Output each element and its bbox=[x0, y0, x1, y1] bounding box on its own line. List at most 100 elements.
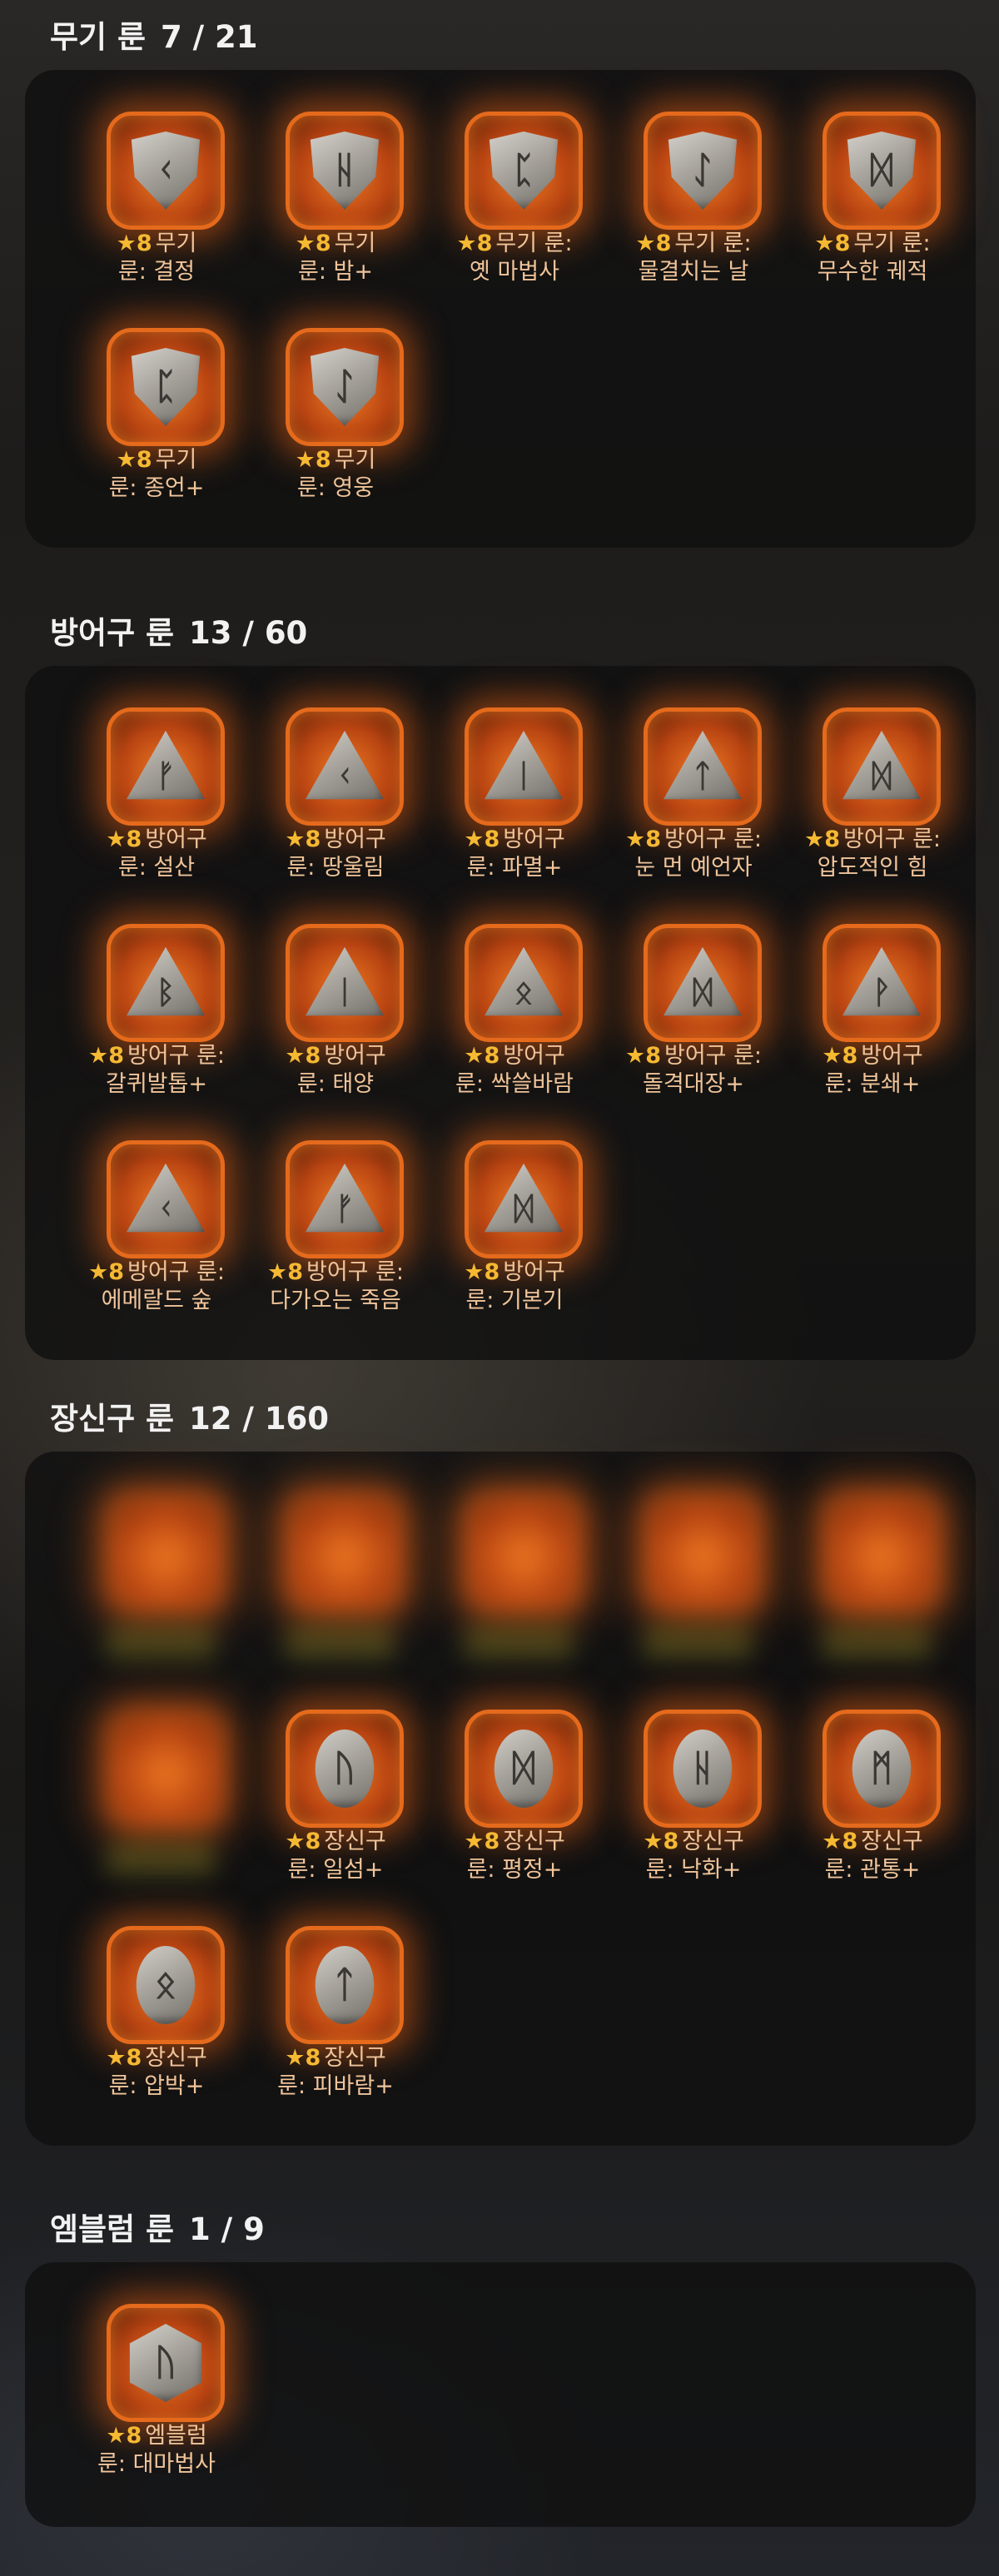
rune-glyph-icon: ᛁ bbox=[514, 757, 534, 794]
star-icon: ★ bbox=[822, 1829, 842, 1854]
rune-icon-frame: ᛞ bbox=[465, 1710, 583, 1828]
rune-caption: ★8 방어구 룬: 설산 bbox=[73, 826, 240, 882]
rune-item[interactable]: ᛗ ★8 장신구 룬: 관통+ bbox=[789, 1710, 956, 1909]
rune-item[interactable]: ᛇ ★8 무기 룬: 영웅 bbox=[252, 328, 419, 528]
rune-name-line1: 무기 bbox=[155, 231, 197, 256]
star-icon: ★ bbox=[87, 1043, 109, 1069]
rune-item[interactable]: ᚲ ★8 방어구 룬: 에메랄드 숲 bbox=[73, 1140, 240, 1340]
rune-item[interactable]: ᛟ ★8 방어구 룬: 싹쓸바람 bbox=[431, 924, 598, 1124]
rune-item[interactable]: ᚲ ★8 방어구 룬: 땅울림 bbox=[252, 707, 419, 907]
rune-name-line1: 방어구 bbox=[503, 826, 565, 852]
rune-name-line2: 무수한 궤적 bbox=[817, 259, 928, 285]
rune-name-line1: 무기 bbox=[334, 447, 376, 473]
rune-icon-frame: ᛇ bbox=[286, 328, 404, 446]
rune-item[interactable]: ᛞ ★8 방어구 룬: 기본기 bbox=[431, 1140, 598, 1340]
rune-tier: 8 bbox=[824, 826, 840, 852]
rune-tier: 8 bbox=[136, 447, 152, 473]
rune-icon-frame: ᛈ bbox=[107, 328, 225, 446]
rune-item[interactable]: ᛇ ★8 무기 룬: 물결치는 날 bbox=[610, 112, 777, 311]
rune-stone-icon: ᛁ bbox=[304, 942, 385, 1024]
rune-collection-page: 무기 룬7 / 21 ᚲ ★8 무기 룬: 결정 ᚺ ★8 무기 룬: 밤+ ᛈ ★8 무기 룬: 옛… bbox=[0, 0, 999, 2576]
rune-icon-frame: ᚲ bbox=[107, 1140, 225, 1258]
rune-tier: 8 bbox=[842, 1043, 858, 1069]
star-icon: ★ bbox=[106, 2045, 127, 2071]
rune-caption: ★8 방어구 룬: 태양 bbox=[252, 1042, 419, 1099]
rune-name-line2: 룬: 일섬+ bbox=[287, 1857, 384, 1883]
rune-glyph-icon: ᛟ bbox=[514, 974, 534, 1010]
rune-caption: ★8 방어구 룬: 눈 먼 예언자 bbox=[610, 826, 777, 882]
rune-item[interactable]: ᛁ ★8 방어구 룬: 파멸+ bbox=[431, 707, 598, 907]
rune-tier: 8 bbox=[108, 1259, 124, 1285]
armor-rune-grid: ᚠ ★8 방어구 룬: 설산 ᚲ ★8 방어구 룬: 땅울림 ᛁ ★8 방어구 룬: 파멸+ ᛏ ★8 방어… bbox=[73, 707, 956, 1340]
rune-glyph-icon: ᛞ bbox=[870, 149, 893, 191]
rune-item[interactable]: ᚠ ★8 방어구 룬: 설산 bbox=[73, 707, 240, 907]
rune-name-line2: 룬: 피바람+ bbox=[277, 2073, 394, 2099]
rune-icon-frame: ᚠ bbox=[107, 707, 225, 826]
rune-caption: ★8 엠블럼 룬: 대마법사 bbox=[73, 2422, 240, 2479]
rune-tier: 8 bbox=[645, 1043, 661, 1069]
rune-icon-frame: ᛒ bbox=[107, 924, 225, 1042]
rune-icon-frame: ᛞ bbox=[823, 707, 941, 826]
rune-item[interactable]: ᚲ ★8 무기 룬: 결정 bbox=[73, 112, 240, 311]
rune-caption: ★8 방어구 룬: 압도적인 힘 bbox=[789, 826, 956, 882]
rune-name-line1: 방어구 룬: bbox=[127, 1043, 226, 1069]
rune-item[interactable]: ᛏ ★8 장신구 룬: 피바람+ bbox=[252, 1926, 419, 2126]
rune-glyph-icon: ᛏ bbox=[333, 1963, 356, 2006]
rune-item[interactable]: ᛟ ★8 장신구 룬: 압박+ bbox=[73, 1926, 240, 2126]
rune-caption: ★8 무기 룬: 옛 마법사 bbox=[431, 230, 598, 286]
rune-caption: ★8 무기 룬: 영웅 bbox=[252, 446, 419, 503]
rune-stone-icon: ᚠ bbox=[125, 726, 206, 807]
rune-item[interactable]: ᛞ ★8 장신구 룬: 평정+ bbox=[431, 1710, 598, 1909]
rune-item[interactable]: ᛈ ★8 무기 룬: 종언+ bbox=[73, 328, 240, 528]
weapon-rune-grid: ᚲ ★8 무기 룬: 결정 ᚺ ★8 무기 룬: 밤+ ᛈ ★8 무기 룬: 옛 마법사 ᛇ ★8 무기 룬… bbox=[73, 112, 956, 528]
blurred-caption bbox=[107, 1626, 215, 1660]
rune-caption: ★8 방어구 룬: 에메랄드 숲 bbox=[73, 1258, 240, 1315]
rune-icon-frame: ᛞ bbox=[823, 112, 941, 230]
rune-item[interactable]: ᚺ ★8 무기 룬: 밤+ bbox=[252, 112, 419, 311]
rune-glyph-icon: ᚺ bbox=[333, 149, 356, 191]
rune-item[interactable]: ᚠ ★8 방어구 룬: 다가오는 죽음 bbox=[252, 1140, 419, 1340]
rune-item[interactable]: ᛞ ★8 무기 룬: 무수한 궤적 bbox=[789, 112, 956, 311]
rune-item[interactable]: ᛏ ★8 방어구 룬: 눈 먼 예언자 bbox=[610, 707, 777, 907]
rune-tier: 8 bbox=[126, 2045, 142, 2071]
blurred-rune-item bbox=[252, 1493, 419, 1693]
rune-item[interactable]: ᛁ ★8 방어구 룬: 태양 bbox=[252, 924, 419, 1124]
rune-icon-frame bbox=[107, 1493, 225, 1611]
rune-item[interactable]: ᚹ ★8 방어구 룬: 분쇄+ bbox=[789, 924, 956, 1124]
rune-stone-icon: ᛏ bbox=[662, 726, 743, 807]
rune-tier: 8 bbox=[136, 231, 152, 256]
rune-item[interactable]: ᚢ ★8 장신구 룬: 일섬+ bbox=[252, 1710, 419, 1909]
rune-icon-frame: ᚠ bbox=[286, 1140, 404, 1258]
rune-name-line1: 엠블럼 bbox=[145, 2423, 207, 2449]
rune-caption: ★8 무기 룬: 밤+ bbox=[252, 230, 419, 286]
rune-item[interactable]: ᛞ ★8 방어구 룬: 압도적인 힘 bbox=[789, 707, 956, 907]
star-icon: ★ bbox=[803, 826, 825, 852]
rune-item[interactable]: ᚺ ★8 장신구 룬: 낙화+ bbox=[610, 1710, 777, 1909]
rune-name-line2: 다가오는 죽음 bbox=[270, 1288, 401, 1313]
rune-tier: 8 bbox=[655, 231, 672, 256]
rune-name-line2: 룬: 관통+ bbox=[824, 1857, 921, 1883]
rune-item[interactable]: ᛒ ★8 방어구 룬: 갈퀴발톱+ bbox=[73, 924, 240, 1124]
rune-name-line2: 룬: 분쇄+ bbox=[824, 1071, 921, 1097]
section-name: 엠블럼 룬 bbox=[50, 2211, 175, 2247]
rune-stone-icon: ᛈ bbox=[483, 130, 564, 211]
rune-name-line2: 룬: 낙화+ bbox=[645, 1857, 742, 1883]
rune-item[interactable]: ᚢ ★8 엠블럼 룬: 대마법사 bbox=[73, 2304, 240, 2504]
rune-caption: ★8 장신구 룬: 낙화+ bbox=[610, 1828, 777, 1884]
blurred-rune-item bbox=[431, 1493, 598, 1693]
star-icon: ★ bbox=[624, 826, 646, 852]
rune-icon-frame: ᛈ bbox=[465, 112, 583, 230]
rune-name-line1: 방어구 룬: bbox=[664, 1043, 763, 1069]
rune-tier: 8 bbox=[126, 826, 142, 852]
rune-name-line1: 방어구 bbox=[503, 1043, 565, 1069]
rune-stone-icon: ᛟ bbox=[483, 942, 564, 1024]
rune-stone-icon: ᛇ bbox=[304, 346, 385, 428]
rune-item[interactable]: ᛞ ★8 방어구 룬: 돌격대장+ bbox=[610, 924, 777, 1124]
rune-item[interactable]: ᛈ ★8 무기 룬: 옛 마법사 bbox=[431, 112, 598, 311]
rune-caption: ★8 무기 룬: 무수한 궤적 bbox=[789, 230, 956, 286]
rune-glyph-icon: ᛞ bbox=[872, 757, 892, 794]
rune-glyph-icon: ᚲ bbox=[154, 149, 177, 191]
rune-stone-icon: ᚲ bbox=[125, 1159, 206, 1240]
rune-tier: 8 bbox=[645, 826, 661, 852]
rune-glyph-icon: ᚺ bbox=[691, 1747, 714, 1789]
